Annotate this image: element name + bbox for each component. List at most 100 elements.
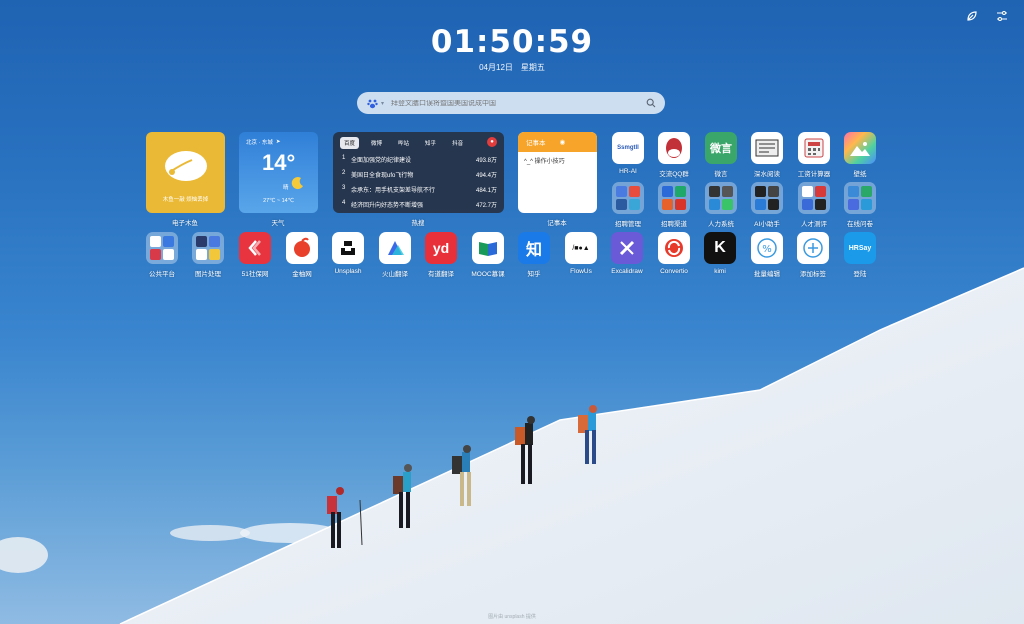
- app-label: 壁纸: [853, 171, 867, 178]
- settings-sliders-icon[interactable]: [994, 8, 1010, 24]
- svg-text:%: %: [762, 244, 772, 255]
- baidu-paw-icon[interactable]: [365, 96, 379, 110]
- notepad-body: ^_^ 操作小技巧: [524, 159, 565, 165]
- folder-image-tools[interactable]: 图片处理: [188, 232, 228, 278]
- hot-item-count: 494.4万: [475, 173, 497, 179]
- search-input[interactable]: [391, 99, 645, 107]
- folder-talent-test[interactable]: 人才测评: [794, 182, 834, 228]
- app-label: 批量编辑: [754, 271, 780, 278]
- app-kimi[interactable]: K kimi: [700, 232, 740, 275]
- location-arrow-icon: ➤: [275, 139, 281, 145]
- footer-credit: 图片由 unsplash 提供: [488, 614, 536, 620]
- folder-icon: [658, 182, 690, 214]
- app-qq-group[interactable]: 交流QQ群: [654, 132, 694, 178]
- folder-label: 人力系统: [708, 221, 734, 228]
- folder-icon: [844, 182, 876, 214]
- app-flowus[interactable]: /■●▲ FlowUs: [561, 232, 601, 275]
- folder-label: 在线问卷: [847, 221, 873, 228]
- tab-weibo[interactable]: 微博: [367, 137, 386, 149]
- calculator-icon: [798, 132, 830, 164]
- app-batch-edit[interactable]: % 批量编辑: [747, 232, 787, 278]
- app-label: kimi: [714, 268, 726, 275]
- moon-icon: [291, 177, 303, 190]
- unsplash-icon: [332, 232, 364, 264]
- app-excalidraw[interactable]: Excalidraw: [607, 232, 647, 275]
- app-label: FlowUs: [570, 268, 592, 275]
- jinyou-icon: [286, 232, 318, 264]
- folder-survey[interactable]: 在线问卷: [840, 182, 880, 228]
- percent-icon: %: [751, 232, 783, 264]
- app-wallpaper[interactable]: 壁纸: [840, 132, 880, 178]
- weather-city-text: 北京 · 东城: [246, 140, 273, 146]
- hot-item-title: 余承东：用手机支架差导航不行: [351, 188, 436, 194]
- app-label: 登陆: [853, 271, 867, 278]
- app-zhihu[interactable]: 知 知乎: [514, 232, 554, 278]
- plus-icon: [797, 232, 829, 264]
- app-label: MOOC慕课: [471, 271, 505, 278]
- weather-range: 27℃ ~ 14℃: [263, 198, 294, 204]
- folder-label: AI小助手: [754, 221, 780, 228]
- app-mooc[interactable]: MOOC慕课: [468, 232, 508, 278]
- folder-recruit-channel[interactable]: 招聘渠道: [654, 182, 694, 228]
- app-jinyou[interactable]: 金柚网: [282, 232, 322, 278]
- app-label: Convertio: [660, 268, 688, 275]
- leaf-icon[interactable]: [964, 8, 980, 24]
- tab-baidu[interactable]: 百度: [340, 137, 360, 149]
- wooden-fish-widget[interactable]: 木鱼一敲 烦恼丢掉: [146, 132, 225, 213]
- app-add-tag[interactable]: 添加标签: [793, 232, 833, 278]
- app-convertio[interactable]: Convertio: [654, 232, 694, 275]
- fire-icon: ●: [487, 137, 497, 147]
- folder-ai-assistant[interactable]: AI小助手: [747, 182, 787, 228]
- folder-public-platform[interactable]: 公共平台: [142, 232, 182, 278]
- app-label: 火山翻译: [382, 271, 408, 278]
- app-youdao[interactable]: yd 有道翻译: [421, 232, 461, 278]
- top-right-controls: [964, 8, 1010, 24]
- hot-search-tabs: 百度 微博 哔站 知乎 抖音: [340, 137, 497, 149]
- app-label: 图片处理: [195, 271, 221, 278]
- folder-recruit-manage[interactable]: 招聘管理: [608, 182, 648, 228]
- app-label: 公共平台: [149, 271, 175, 278]
- newspaper-icon: [751, 132, 783, 164]
- folder-hr-system[interactable]: 人力系统: [701, 182, 741, 228]
- tab-zhihu[interactable]: 知乎: [421, 137, 440, 149]
- app-label: 添加标签: [800, 271, 826, 278]
- search-icon[interactable]: [645, 97, 657, 109]
- notepad-header: 记事本 ◉: [518, 132, 597, 152]
- hot-search-item[interactable]: 3 余承东：用手机支架差导航不行 484.1万: [340, 185, 497, 194]
- excalidraw-icon: [611, 232, 643, 264]
- youdao-icon-text: yd: [432, 240, 450, 256]
- qq-icon: [658, 132, 690, 164]
- app-hr-ai[interactable]: Ssmgtll HR-AI: [608, 132, 648, 175]
- kimi-icon-text: K: [714, 239, 726, 256]
- weiyan-icon: 微言: [705, 132, 737, 164]
- notepad-widget[interactable]: 记事本 ◉ ^_^ 操作小技巧: [518, 132, 597, 213]
- app-label: HR-AI: [619, 168, 637, 175]
- hot-item-rank: 1: [342, 155, 346, 161]
- app-weiyan[interactable]: 微言 微言: [701, 132, 741, 178]
- app-shenshui[interactable]: 深水阅读: [747, 132, 787, 178]
- weather-widget[interactable]: 北京 · 东城 ➤ 14° 晴 27℃ ~ 14℃: [239, 132, 318, 213]
- hrsay-icon-text: HRSay: [848, 244, 872, 252]
- hot-item-rank: 3: [342, 185, 346, 191]
- weiyan-icon-text: 微言: [710, 143, 732, 155]
- hot-search-item[interactable]: 4 经济回升向好态势不断增强 472.7万: [340, 200, 497, 209]
- tab-douyin[interactable]: 抖音: [448, 137, 467, 149]
- app-label: Excalidraw: [611, 268, 643, 275]
- hot-search-label: 热搜: [411, 220, 425, 227]
- folder-icon: [751, 182, 783, 214]
- app-volc-translate[interactable]: 火山翻译: [375, 232, 415, 278]
- hot-search-item[interactable]: 1 全面加强党的纪律建设 493.8万: [340, 155, 497, 164]
- app-hrsay[interactable]: HRSay 登陆: [840, 232, 880, 278]
- app-salary-calc[interactable]: 工资计算器: [794, 132, 834, 178]
- folder-icon: [612, 182, 644, 214]
- eye-icon[interactable]: ◉: [560, 138, 566, 146]
- folder-icon: [146, 232, 178, 264]
- tab-bilibili[interactable]: 哔站: [394, 137, 413, 149]
- hot-search-item[interactable]: 2 美国日全食现ufo飞行物 494.4万: [340, 170, 497, 179]
- weekday-text: 星期五: [520, 63, 545, 72]
- chevron-down-icon[interactable]: ▾: [381, 100, 387, 107]
- weather-condition: 晴: [283, 185, 289, 191]
- app-unsplash[interactable]: Unsplash: [328, 232, 368, 275]
- app-51shebao[interactable]: 51社保网: [235, 232, 275, 278]
- app-label: 金柚网: [292, 271, 312, 278]
